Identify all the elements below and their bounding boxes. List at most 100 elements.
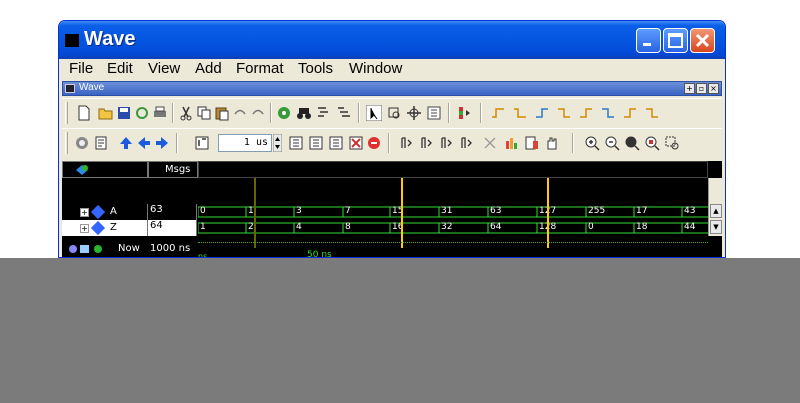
maximize-icon: [668, 33, 683, 48]
close-button[interactable]: [690, 28, 715, 53]
step-back-icon[interactable]: [458, 135, 474, 151]
zoom-cursor-icon[interactable]: [644, 135, 660, 151]
menu-add[interactable]: Add: [195, 60, 222, 77]
title-bar[interactable]: Wave: [59, 21, 725, 59]
cursor-line[interactable]: [401, 178, 403, 248]
wave-edge-icon[interactable]: [600, 105, 616, 121]
run-length-spinner[interactable]: [273, 134, 282, 152]
toolbar-grip[interactable]: [65, 132, 68, 154]
restart-sim-icon[interactable]: [482, 135, 498, 151]
break-icon[interactable]: [456, 105, 472, 121]
run-icon[interactable]: [288, 135, 304, 151]
select-icon[interactable]: [366, 105, 382, 121]
step-out-icon[interactable]: [438, 135, 454, 151]
save-icon[interactable]: [116, 105, 132, 121]
scroll-down-button[interactable]: ▼: [710, 220, 722, 234]
right-arrow-icon[interactable]: [154, 135, 170, 151]
wave-edge-icon[interactable]: [534, 105, 550, 121]
memory-icon[interactable]: [524, 135, 540, 151]
inner-restore-button[interactable]: ▫: [696, 83, 707, 94]
vertical-scrollbar[interactable]: ▲ ▼: [708, 178, 722, 236]
inner-window-title: Wave: [79, 82, 105, 93]
wave-edge-icon[interactable]: [644, 105, 660, 121]
redo-icon[interactable]: [250, 105, 266, 121]
new-icon[interactable]: [76, 105, 92, 121]
menu-edit[interactable]: Edit: [107, 60, 133, 77]
break-icon[interactable]: [348, 135, 364, 151]
signal-header[interactable]: [62, 161, 148, 178]
continue-icon[interactable]: [308, 135, 324, 151]
waveform-canvas[interactable]: [198, 178, 708, 238]
wave-edge-icon[interactable]: [556, 105, 572, 121]
menu-view[interactable]: View: [148, 60, 180, 77]
run-config-icon[interactable]: [94, 135, 110, 151]
reload-icon[interactable]: [134, 105, 150, 121]
cursor-line[interactable]: [547, 178, 549, 248]
copy-icon[interactable]: [196, 105, 212, 121]
zoom-full-icon[interactable]: [624, 135, 640, 151]
restart-icon[interactable]: [74, 135, 90, 151]
toolbar-separator: [572, 133, 574, 153]
move-icon[interactable]: [406, 105, 422, 121]
step-into-icon[interactable]: [398, 135, 414, 151]
zoom-in-icon[interactable]: [584, 135, 600, 151]
menu-format[interactable]: Format: [236, 60, 284, 77]
expand-signal-z-icon[interactable]: +: [80, 224, 89, 233]
now-value: 1000 ns: [150, 243, 191, 254]
menu-tools[interactable]: Tools: [298, 60, 333, 77]
inner-dock-button[interactable]: +: [684, 83, 695, 94]
scroll-up-button[interactable]: ▲: [710, 204, 722, 218]
binoculars-icon[interactable]: [296, 105, 312, 121]
now-label: Now: [118, 243, 140, 254]
expand-signal-a-icon[interactable]: +: [80, 208, 89, 217]
wave-edge-icon[interactable]: [490, 105, 506, 121]
signal-a-value: 63: [148, 204, 197, 220]
occluded-region: [0, 258, 800, 403]
now-row: Now 1000 ns ns 50 ns: [62, 240, 722, 258]
print-icon[interactable]: [152, 105, 168, 121]
cursor-tools-icon[interactable]: [68, 243, 110, 255]
undo-icon[interactable]: [232, 105, 248, 121]
step-over-icon[interactable]: [418, 135, 434, 151]
signal-a-icon: [90, 204, 106, 220]
wave-window: Wave File Edit View Add Format Tools Win…: [58, 20, 726, 258]
maximize-button[interactable]: [663, 28, 688, 53]
open-icon[interactable]: [98, 105, 114, 121]
toolbar-separator: [172, 103, 174, 123]
msgs-header[interactable]: Msgs: [148, 161, 198, 178]
expand-icon[interactable]: [336, 105, 352, 121]
inner-close-button[interactable]: ×: [708, 83, 719, 94]
up-arrow-icon[interactable]: [118, 135, 134, 151]
run-all-icon[interactable]: [328, 135, 344, 151]
minimize-button[interactable]: [636, 28, 661, 53]
edit-icon[interactable]: [426, 105, 442, 121]
hand-icon[interactable]: [544, 135, 560, 151]
toolbar-separator: [480, 103, 482, 123]
zoom-area-icon[interactable]: [386, 105, 402, 121]
signal-name-cell: + Z: [62, 220, 148, 236]
zoom-out-icon[interactable]: [604, 135, 620, 151]
step-icon[interactable]: [194, 135, 210, 151]
paste-icon[interactable]: [214, 105, 230, 121]
wave-pane: Msgs + A 63 + Z 64 013715316312725517431…: [62, 161, 722, 258]
menu-window[interactable]: Window: [349, 60, 402, 77]
toolbar-row-1: [62, 98, 722, 126]
app-icon: [65, 34, 79, 47]
toolbar-row-2: 1 us: [62, 128, 722, 156]
find-icon[interactable]: [276, 105, 292, 121]
left-arrow-icon[interactable]: [136, 135, 152, 151]
wave-window-icon: [65, 84, 75, 93]
zoom-region-icon[interactable]: [664, 135, 680, 151]
wave-edge-icon[interactable]: [578, 105, 594, 121]
stop-icon[interactable]: [366, 135, 382, 151]
collapse-icon[interactable]: [316, 105, 332, 121]
inner-window-bar[interactable]: Wave + ▫ ×: [62, 81, 722, 96]
menu-file[interactable]: File: [69, 60, 93, 77]
dataflow-icon[interactable]: [504, 135, 520, 151]
wave-edge-icon[interactable]: [622, 105, 638, 121]
time-ruler-label: 50 ns: [307, 250, 332, 258]
cut-icon[interactable]: [178, 105, 194, 121]
wave-edge-icon[interactable]: [512, 105, 528, 121]
toolbar-grip[interactable]: [65, 102, 68, 124]
run-length-input[interactable]: 1 us: [218, 134, 272, 152]
